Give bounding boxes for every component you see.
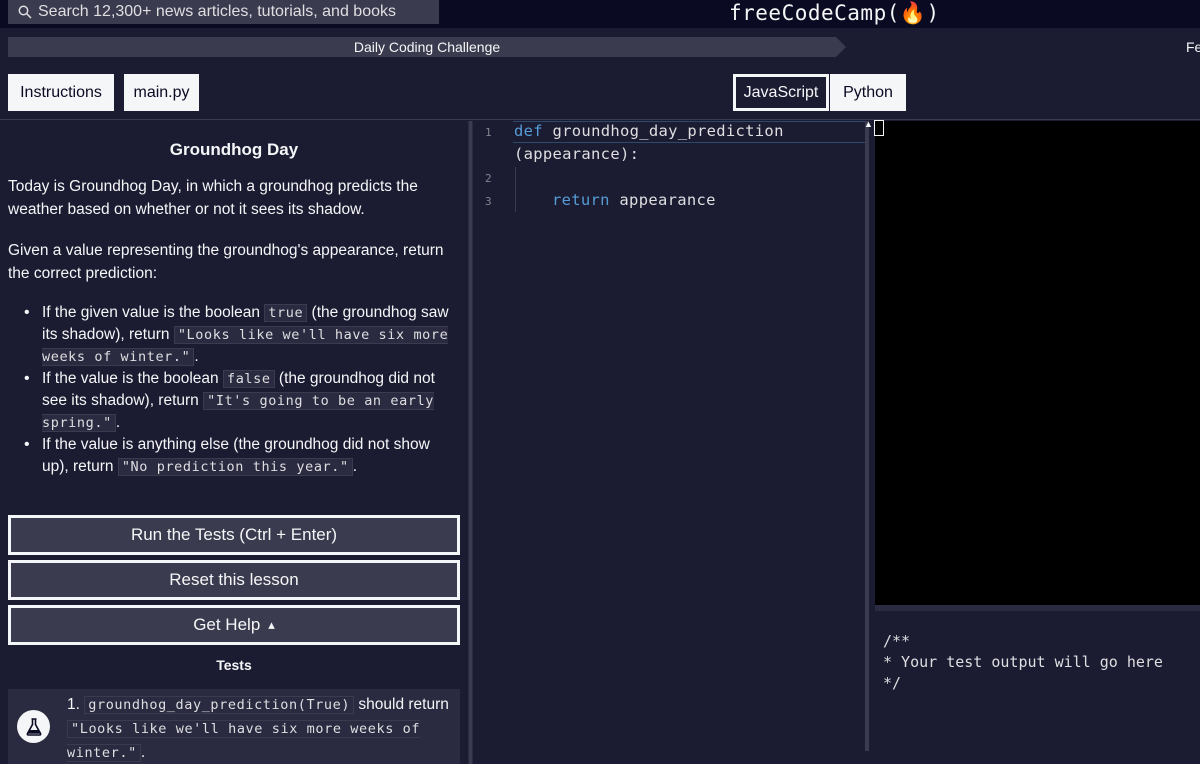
inline-code: true <box>264 304 308 322</box>
keyword: return <box>552 191 610 209</box>
tab-main-py[interactable]: main.py <box>124 74 199 111</box>
preview-pane <box>875 121 1200 605</box>
line-number: 2 <box>485 172 492 185</box>
list-item: If the value is the boolean false (the g… <box>24 368 458 434</box>
run-tests-button[interactable]: Run the Tests (Ctrl + Enter) <box>8 515 460 555</box>
get-help-button[interactable]: Get Help ▴ <box>8 605 460 645</box>
inline-code: groundhog_day_prediction(True) <box>84 696 355 714</box>
tab-python[interactable]: Python <box>830 74 906 111</box>
test-description: 1. groundhog_day_prediction(True) should… <box>67 693 452 764</box>
test-number: 1. <box>67 696 80 713</box>
rule-text: . <box>352 458 358 475</box>
scroll-up-icon[interactable]: ▲ <box>864 119 873 129</box>
line-number: 3 <box>485 195 492 208</box>
code-line: (appearance): <box>514 145 640 163</box>
search-input[interactable] <box>38 3 428 21</box>
inline-code: "Looks like we'll have six more weeks of… <box>67 720 421 762</box>
rule-text: If the value is the boolean <box>42 370 223 387</box>
top-nav: freeCodeCamp(🔥) <box>0 0 1200 28</box>
tabs-row: Instructions main.py JavaScript Python <box>0 65 1200 120</box>
code-text: appearance <box>609 191 716 209</box>
list-item: If the value is anything else (the groun… <box>24 434 458 478</box>
breadcrumb-tail[interactable]: Fe <box>1186 37 1200 57</box>
breadcrumb[interactable]: Daily Coding Challenge <box>8 37 846 57</box>
rules-list: If the given value is the boolean true (… <box>24 302 458 478</box>
list-item: If the given value is the boolean true (… <box>24 302 458 368</box>
tests-heading: Tests <box>216 657 252 673</box>
rule-text: If the given value is the boolean <box>42 304 265 321</box>
intro-text: Today is Groundhog Day, in which a groun… <box>8 178 418 218</box>
code-editor[interactable]: 1 2 3 def groundhog_day_prediction (appe… <box>473 121 869 764</box>
keyword: def <box>514 122 543 140</box>
test-text: . <box>140 744 146 761</box>
preview-frame <box>874 120 884 136</box>
code-line: def groundhog_day_prediction <box>514 122 784 140</box>
caret-up-icon: ▴ <box>268 617 275 632</box>
task-text: Given a value representing the groundhog… <box>8 242 444 282</box>
inline-code: "No prediction this year." <box>117 458 353 476</box>
challenge-title: Groundhog Day <box>169 140 299 159</box>
editor-scrollbar[interactable] <box>865 121 869 751</box>
rule-text: . <box>194 348 199 365</box>
breadcrumb-label: Daily Coding Challenge <box>353 39 501 55</box>
breadcrumb-bar: Daily Coding Challenge Fe <box>0 28 1200 65</box>
indent-guide <box>515 167 516 212</box>
search-icon <box>18 5 32 19</box>
line-number: 1 <box>485 126 492 139</box>
get-help-label: Get Help <box>193 615 261 634</box>
test-output-console: /** * Your test output will go here */ <box>875 611 1200 764</box>
test-text: should return <box>354 696 449 713</box>
freecodecamp-logo[interactable]: freeCodeCamp(🔥) <box>729 0 940 26</box>
inline-code: false <box>222 370 275 388</box>
search-bar[interactable] <box>8 0 439 24</box>
flask-icon <box>17 710 50 743</box>
rule-text: . <box>115 414 121 431</box>
code-line: return appearance <box>552 191 716 209</box>
reset-lesson-button[interactable]: Reset this lesson <box>8 560 460 600</box>
tab-instructions[interactable]: Instructions <box>8 74 114 111</box>
function-name: groundhog_day_prediction <box>542 122 784 140</box>
tab-javascript[interactable]: JavaScript <box>733 74 829 111</box>
